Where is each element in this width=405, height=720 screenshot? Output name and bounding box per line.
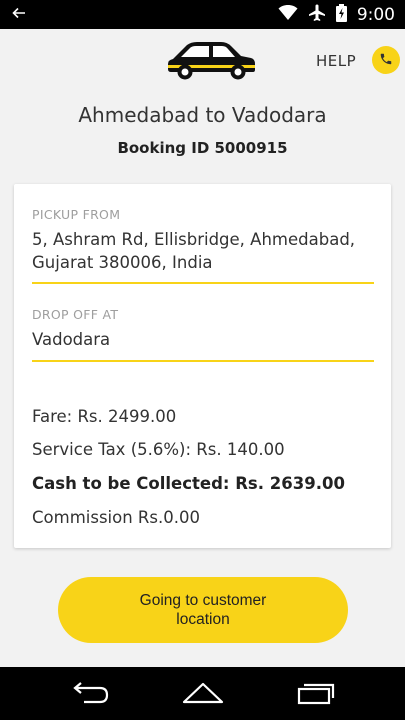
back-arrow-icon[interactable] <box>12 5 26 24</box>
phone-icon <box>379 51 393 70</box>
service-tax: Service Tax (5.6%): Rs. 140.00 <box>32 440 285 459</box>
trip-details-card: PICKUP FROM 5, Ashram Rd, Ellisbridge, A… <box>14 184 391 548</box>
commission: Commission Rs.0.00 <box>32 508 200 527</box>
status-time: 9:00 <box>356 4 395 25</box>
route-title: Ahmedabad to Vadodara <box>78 103 327 127</box>
pickup-underline <box>32 282 374 284</box>
dropoff-underline <box>32 360 374 362</box>
booking-id: Booking ID 5000915 <box>117 139 288 157</box>
car-icon <box>165 39 257 81</box>
pickup-label: PICKUP FROM <box>32 207 121 222</box>
header: HELP <box>0 29 405 91</box>
wifi-icon <box>278 4 298 25</box>
airplane-icon <box>308 4 326 26</box>
help-call-button[interactable] <box>372 46 400 74</box>
dropoff-address: Vadodara <box>32 330 111 349</box>
pickup-address-line1: 5, Ashram Rd, Ellisbridge, Ahmedabad, <box>32 230 356 249</box>
pickup-address-line2: Gujarat 380006, India <box>32 253 213 272</box>
going-to-customer-button[interactable]: Going to customer location <box>58 577 348 643</box>
cash-to-collect: Cash to be Collected: Rs. 2639.00 <box>32 474 345 493</box>
back-icon[interactable] <box>70 680 110 710</box>
battery-icon <box>335 3 347 26</box>
navigation-bar <box>0 667 405 720</box>
going-to-customer-label: Going to customer location <box>139 592 267 628</box>
dropoff-label: DROP OFF AT <box>32 307 119 322</box>
status-bar: 9:00 <box>0 0 405 29</box>
recents-icon[interactable] <box>296 680 336 710</box>
help-label[interactable]: HELP <box>316 52 356 70</box>
home-icon[interactable] <box>181 680 225 710</box>
fare-amount: Fare: Rs. 2499.00 <box>32 407 177 426</box>
